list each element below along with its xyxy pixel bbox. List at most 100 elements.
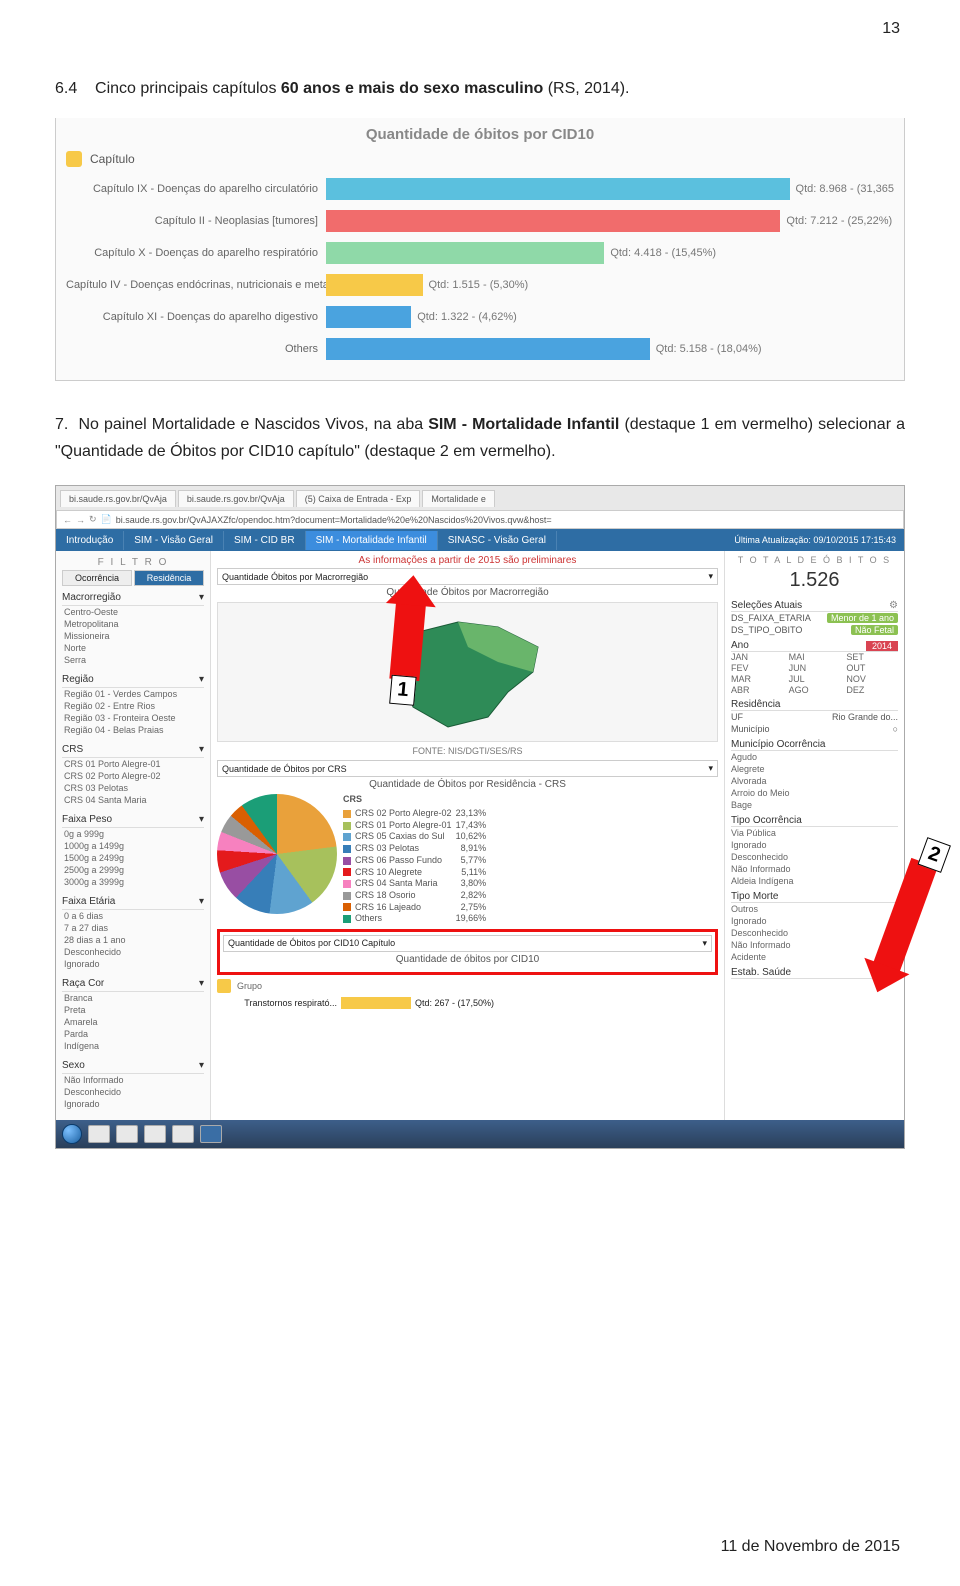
month-cell[interactable]: JUN bbox=[789, 663, 841, 673]
filter-item[interactable]: Região 01 - Verdes Campos bbox=[62, 688, 204, 700]
pie-legend-row[interactable]: CRS 16 Lajeado2,75% bbox=[343, 902, 486, 914]
chart-bar[interactable] bbox=[326, 242, 604, 264]
list-item[interactable]: Ignorado bbox=[731, 915, 898, 927]
selection-row[interactable]: DS_FAIXA_ETARIAMenor de 1 ano bbox=[731, 612, 898, 624]
list-item[interactable]: Não Informado bbox=[731, 939, 898, 951]
pie-legend-row[interactable]: CRS 05 Caxias do Sul10,62% bbox=[343, 831, 486, 843]
filter-item[interactable]: Centro-Oeste bbox=[62, 606, 204, 618]
filter-item[interactable]: Região 03 - Fronteira Oeste bbox=[62, 712, 204, 724]
list-item[interactable]: Aldeia Indígena bbox=[731, 875, 898, 887]
month-cell[interactable]: JAN bbox=[731, 652, 783, 662]
gear-icon[interactable]: ⚙ bbox=[889, 600, 898, 611]
crs-select[interactable]: Quantidade de Óbitos por CRS▾ bbox=[217, 760, 718, 777]
browser-tab[interactable]: bi.saude.rs.gov.br/QvAja bbox=[60, 490, 176, 507]
filter-item[interactable]: Indígena bbox=[62, 1040, 204, 1052]
chart-bar[interactable] bbox=[326, 210, 780, 232]
filter-item[interactable]: Desconhecido bbox=[62, 946, 204, 958]
filter-item[interactable]: Preta bbox=[62, 1004, 204, 1016]
filter-item[interactable]: Região 04 - Belas Praias bbox=[62, 724, 204, 736]
filter-item[interactable]: 7 a 27 dias bbox=[62, 922, 204, 934]
filter-group-header[interactable]: Faixa Peso▾ bbox=[62, 812, 204, 828]
filter-item[interactable]: Metropolitana bbox=[62, 618, 204, 630]
month-cell[interactable]: NOV bbox=[846, 674, 898, 684]
filter-group-header[interactable]: CRS▾ bbox=[62, 742, 204, 758]
forward-icon[interactable]: → bbox=[76, 515, 85, 525]
list-item[interactable]: Desconhecido bbox=[731, 927, 898, 939]
month-cell[interactable]: MAI bbox=[789, 652, 841, 662]
filter-item[interactable]: CRS 02 Porto Alegre-02 bbox=[62, 770, 204, 782]
filter-item[interactable]: Amarela bbox=[62, 1016, 204, 1028]
month-cell[interactable]: OUT bbox=[846, 663, 898, 673]
filter-item[interactable]: 1500g a 2499g bbox=[62, 852, 204, 864]
back-icon[interactable]: ← bbox=[63, 515, 72, 525]
reload-icon[interactable]: ↻ bbox=[89, 514, 97, 525]
filter-item[interactable]: Serra bbox=[62, 654, 204, 666]
month-cell[interactable]: AGO bbox=[789, 685, 841, 695]
filter-group-header[interactable]: Sexo▾ bbox=[62, 1058, 204, 1074]
month-cell[interactable]: MAR bbox=[731, 674, 783, 684]
pie-legend-row[interactable]: CRS 06 Passo Fundo5,77% bbox=[343, 855, 486, 867]
res-mun-row[interactable]: Município○ bbox=[731, 723, 898, 735]
filter-tab-residencia[interactable]: Residência bbox=[134, 570, 204, 586]
filter-item[interactable]: Branca bbox=[62, 992, 204, 1004]
pie-chart[interactable] bbox=[217, 794, 337, 914]
filter-item[interactable]: 3000g a 3999g bbox=[62, 876, 204, 888]
list-item[interactable]: Não Informado bbox=[731, 863, 898, 875]
filter-item[interactable]: CRS 01 Porto Alegre-01 bbox=[62, 758, 204, 770]
chart-bar[interactable] bbox=[326, 274, 423, 296]
filter-group-header[interactable]: Região▾ bbox=[62, 672, 204, 688]
pie-legend-row[interactable]: CRS 01 Porto Alegre-0117,43% bbox=[343, 820, 486, 832]
res-uf-row[interactable]: UFRio Grande do... bbox=[731, 711, 898, 723]
pie-legend-row[interactable]: CRS 04 Santa Maria3,80% bbox=[343, 878, 486, 890]
list-item[interactable]: Agudo bbox=[731, 751, 898, 763]
chrome-icon[interactable] bbox=[172, 1125, 194, 1143]
nav-tab-intro[interactable]: Introdução bbox=[56, 531, 124, 550]
nav-tab-sim-infantil[interactable]: SIM - Mortalidade Infantil bbox=[306, 531, 438, 550]
list-item[interactable]: Alvorada bbox=[731, 775, 898, 787]
month-cell[interactable]: SET bbox=[846, 652, 898, 662]
filter-group-header[interactable]: Macrorregião▾ bbox=[62, 590, 204, 606]
filter-group-header[interactable]: Faixa Etária▾ bbox=[62, 894, 204, 910]
taskbar-icon[interactable] bbox=[88, 1125, 110, 1143]
filter-item[interactable]: 2500g a 2999g bbox=[62, 864, 204, 876]
filter-item[interactable]: Parda bbox=[62, 1028, 204, 1040]
nav-tab-sim-geral[interactable]: SIM - Visão Geral bbox=[124, 531, 224, 550]
selecoes-atuais-header[interactable]: Seleções Atuais⚙ bbox=[731, 600, 898, 612]
month-cell[interactable]: ABR bbox=[731, 685, 783, 695]
filter-item[interactable]: Ignorado bbox=[62, 1098, 204, 1110]
list-item[interactable]: Outros bbox=[731, 903, 898, 915]
pie-legend-row[interactable]: CRS 02 Porto Alegre-0223,13% bbox=[343, 808, 486, 820]
nav-tab-sinasc[interactable]: SINASC - Visão Geral bbox=[438, 531, 557, 550]
chart-bar[interactable] bbox=[326, 178, 790, 200]
list-item[interactable]: Via Pública bbox=[731, 827, 898, 839]
nav-tab-sim-cidbr[interactable]: SIM - CID BR bbox=[224, 531, 306, 550]
list-item[interactable]: Bage bbox=[731, 799, 898, 811]
filter-item[interactable]: 0g a 999g bbox=[62, 828, 204, 840]
taskbar-icon[interactable] bbox=[144, 1125, 166, 1143]
browser-tab[interactable]: Mortalidade e bbox=[422, 490, 495, 507]
residencia-header[interactable]: Residência bbox=[731, 699, 898, 711]
month-cell[interactable]: FEV bbox=[731, 663, 783, 673]
rs-map-box[interactable]: 1 bbox=[217, 602, 718, 742]
pie-legend-row[interactable]: Others19,66% bbox=[343, 913, 486, 925]
chart-bar[interactable] bbox=[326, 338, 650, 360]
filter-item[interactable]: 28 dias a 1 ano bbox=[62, 934, 204, 946]
start-button[interactable] bbox=[62, 1124, 82, 1144]
month-cell[interactable]: DEZ bbox=[846, 685, 898, 695]
pie-legend-row[interactable]: CRS 10 Alegrete5,11% bbox=[343, 867, 486, 879]
filter-item[interactable]: Desconhecido bbox=[62, 1086, 204, 1098]
filter-group-header[interactable]: Raça Cor▾ bbox=[62, 976, 204, 992]
filter-item[interactable]: Região 02 - Entre Rios bbox=[62, 700, 204, 712]
chart-bar[interactable] bbox=[326, 306, 411, 328]
municipio-ocorrencia-header[interactable]: Município Ocorrência bbox=[731, 739, 898, 751]
filter-item[interactable]: Ignorado bbox=[62, 958, 204, 970]
tipo-morte-header[interactable]: Tipo Morte bbox=[731, 891, 898, 903]
cid-capitulo-select[interactable]: Quantidade de Óbitos por CID10 Capítulo▾ bbox=[223, 935, 712, 952]
list-item[interactable]: Ignorado bbox=[731, 839, 898, 851]
filter-item[interactable]: 1000g a 1499g bbox=[62, 840, 204, 852]
taskbar-icon[interactable] bbox=[116, 1125, 138, 1143]
browser-tab[interactable]: (5) Caixa de Entrada - Exp bbox=[296, 490, 421, 507]
pie-legend-row[interactable]: CRS 18 Osorio2,82% bbox=[343, 890, 486, 902]
pie-legend-row[interactable]: CRS 03 Pelotas8,91% bbox=[343, 843, 486, 855]
ano-selected[interactable]: 2014 bbox=[866, 641, 898, 651]
